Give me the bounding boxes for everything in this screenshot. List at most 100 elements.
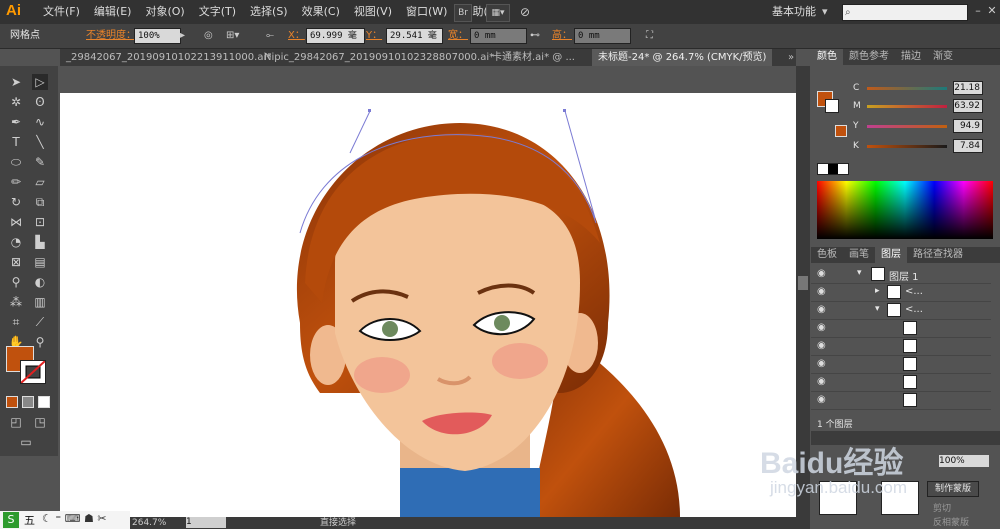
tab-document-3[interactable]: 卡通素材.ai* @ ... bbox=[486, 49, 581, 66]
ime-mode[interactable]: 五 bbox=[24, 512, 35, 528]
selection-tool-icon[interactable]: ➤ bbox=[8, 74, 24, 90]
visibility-eye-icon[interactable]: ◉ bbox=[817, 268, 829, 280]
make-mask-button[interactable]: 制作蒙版 bbox=[927, 481, 979, 497]
opacity-field[interactable]: 100% bbox=[134, 28, 181, 44]
free-transform-tool-icon[interactable]: ⊡ bbox=[32, 214, 48, 230]
y-label[interactable]: Y： bbox=[366, 24, 382, 48]
tab-swatches[interactable]: 色板 bbox=[811, 247, 843, 263]
visibility-eye-icon[interactable]: ◉ bbox=[817, 304, 829, 316]
pencil-tool-icon[interactable]: ✏ bbox=[8, 174, 24, 190]
anchor-convert-icon[interactable]: ⟜ bbox=[266, 24, 274, 48]
channel-m-value[interactable]: 63.92 bbox=[953, 99, 983, 113]
path-row[interactable]: ◉ bbox=[811, 355, 991, 374]
color-mode-icon[interactable] bbox=[6, 396, 18, 408]
line-tool-icon[interactable]: ╲ bbox=[32, 134, 48, 150]
transform-icon[interactable]: ⛶ bbox=[646, 24, 653, 48]
invert-mask-checkbox[interactable]: 反相蒙版 bbox=[933, 515, 969, 528]
channel-k-slider[interactable] bbox=[867, 145, 947, 148]
artboard[interactable] bbox=[60, 93, 796, 517]
path-row[interactable]: ◉ bbox=[811, 373, 991, 392]
tab-stroke[interactable]: 描边 bbox=[895, 49, 927, 65]
channel-c-slider[interactable] bbox=[867, 87, 947, 90]
tab-overflow-icon[interactable]: » bbox=[782, 49, 800, 66]
menu-edit[interactable]: 编辑(E) bbox=[87, 0, 139, 24]
slice-tool-icon[interactable]: ⟋ bbox=[32, 314, 48, 330]
layer-row[interactable]: ◉ ▾ 图层 1 bbox=[811, 265, 991, 284]
visibility-eye-icon[interactable]: ◉ bbox=[817, 376, 829, 388]
moon-icon[interactable]: ☾ ⁼ ⌨ ☗ ✂ bbox=[42, 512, 107, 525]
perspective-grid-tool-icon[interactable]: ▙ bbox=[32, 234, 48, 250]
sublayer-row[interactable]: ◉ ▸ <... bbox=[811, 283, 991, 302]
artboard-tool-icon[interactable]: ⌗ bbox=[8, 314, 24, 330]
color-spectrum[interactable] bbox=[817, 181, 993, 239]
menu-type[interactable]: 文字(T) bbox=[192, 0, 243, 24]
paintbrush-tool-icon[interactable]: ✎ bbox=[32, 154, 48, 170]
blend-tool-icon[interactable]: ◐ bbox=[32, 274, 48, 290]
tab-document-active[interactable]: 未标题-24* @ 264.7% (CMYK/预览) bbox=[592, 49, 773, 66]
link-proportions-icon[interactable]: ⊷ bbox=[530, 24, 540, 48]
symbol-sprayer-tool-icon[interactable]: ⁂ bbox=[8, 294, 24, 310]
out-of-gamut-swatch[interactable] bbox=[835, 125, 847, 137]
tab-layers[interactable]: 图层 bbox=[875, 247, 907, 263]
layer-name[interactable]: 图层 1 bbox=[889, 268, 919, 283]
visibility-eye-icon[interactable]: ◉ bbox=[817, 340, 829, 352]
tab-gradient[interactable]: 渐变 bbox=[927, 49, 959, 65]
height-label[interactable]: 高： bbox=[552, 24, 572, 48]
type-tool-icon[interactable]: T bbox=[8, 134, 24, 150]
workspace-switcher[interactable]: 基本功能 bbox=[772, 0, 816, 24]
sublayer-name[interactable]: <... bbox=[905, 286, 923, 297]
expand-toggle-icon[interactable]: ▾ bbox=[875, 304, 880, 314]
x-label[interactable]: X： bbox=[288, 24, 305, 48]
tab-pathfinder[interactable]: 路径查找器 bbox=[907, 247, 969, 263]
eraser-tool-icon[interactable]: ▱ bbox=[32, 174, 48, 190]
tab-document-1[interactable]: _29842067_20190910102213911000.ai* bbox=[60, 49, 277, 66]
stroke-swatch[interactable] bbox=[20, 360, 46, 384]
channel-y-value[interactable]: 94.9 bbox=[953, 119, 983, 133]
ellipse-tool-icon[interactable]: ⬭ bbox=[8, 154, 24, 170]
expand-toggle-icon[interactable]: ▾ bbox=[857, 268, 862, 278]
arrange-documents-icon[interactable]: ▦▾ bbox=[486, 4, 510, 22]
visibility-eye-icon[interactable]: ◉ bbox=[817, 358, 829, 370]
close-icon[interactable]: ✕ bbox=[986, 5, 998, 17]
gpu-performance-icon[interactable]: ⊘ bbox=[516, 4, 534, 20]
opacity-label[interactable]: 不透明度： bbox=[86, 24, 136, 48]
lasso-tool-icon[interactable]: ʘ bbox=[32, 94, 48, 110]
tab-brushes[interactable]: 画笔 bbox=[843, 247, 875, 263]
path-row[interactable]: ◉ bbox=[811, 391, 991, 410]
width-field[interactable]: 0 mm bbox=[470, 28, 527, 44]
y-field[interactable]: 29.541 毫 bbox=[386, 28, 443, 44]
anchor-point[interactable] bbox=[368, 109, 371, 112]
shape-builder-tool-icon[interactable]: ◔ bbox=[8, 234, 24, 250]
visibility-eye-icon[interactable]: ◉ bbox=[817, 286, 829, 298]
curvature-tool-icon[interactable]: ∿ bbox=[32, 114, 48, 130]
none-black-white-swatches[interactable] bbox=[817, 163, 849, 175]
sublayer-name[interactable]: <... bbox=[905, 304, 923, 315]
channel-k-value[interactable]: 7.84 bbox=[953, 139, 983, 153]
scroll-thumb[interactable] bbox=[798, 276, 808, 290]
screen-mode-icon[interactable]: ▭ bbox=[18, 434, 34, 450]
gradient-mode-icon[interactable] bbox=[22, 396, 34, 408]
minimize-icon[interactable]: – bbox=[972, 5, 984, 17]
menu-object[interactable]: 对象(O) bbox=[138, 0, 191, 24]
width-label[interactable]: 宽： bbox=[448, 24, 468, 48]
zoom-tool-icon[interactable]: ⚲ bbox=[32, 334, 48, 350]
rotate-tool-icon[interactable]: ↻ bbox=[8, 194, 24, 210]
menu-select[interactable]: 选择(S) bbox=[243, 0, 295, 24]
tab-document-2[interactable]: Nipic_29842067_20190910102328807000.ai* bbox=[258, 49, 500, 66]
ime-logo-icon[interactable]: S bbox=[3, 512, 19, 528]
zoom-status[interactable]: 264.7% bbox=[132, 517, 166, 529]
tab-color-guide[interactable]: 颜色参考 bbox=[843, 49, 895, 65]
column-graph-tool-icon[interactable]: ▥ bbox=[32, 294, 48, 310]
menu-effect[interactable]: 效果(C) bbox=[295, 0, 347, 24]
channel-m-slider[interactable] bbox=[867, 105, 947, 108]
expand-toggle-icon[interactable]: ▸ bbox=[875, 286, 880, 296]
eyedropper-tool-icon[interactable]: ⚲ bbox=[8, 274, 24, 290]
width-tool-icon[interactable]: ⋈ bbox=[8, 214, 24, 230]
clip-checkbox[interactable]: 剪切 bbox=[933, 501, 951, 514]
mesh-tool-icon[interactable]: ⊠ bbox=[8, 254, 24, 270]
illustration[interactable] bbox=[60, 93, 796, 517]
workspace-dropdown-icon[interactable]: ▾ bbox=[822, 0, 828, 24]
artboard-number[interactable]: 1 bbox=[186, 517, 226, 528]
anchor-point[interactable] bbox=[563, 109, 566, 112]
opacity-arrow-icon[interactable]: ▸ bbox=[180, 24, 185, 48]
